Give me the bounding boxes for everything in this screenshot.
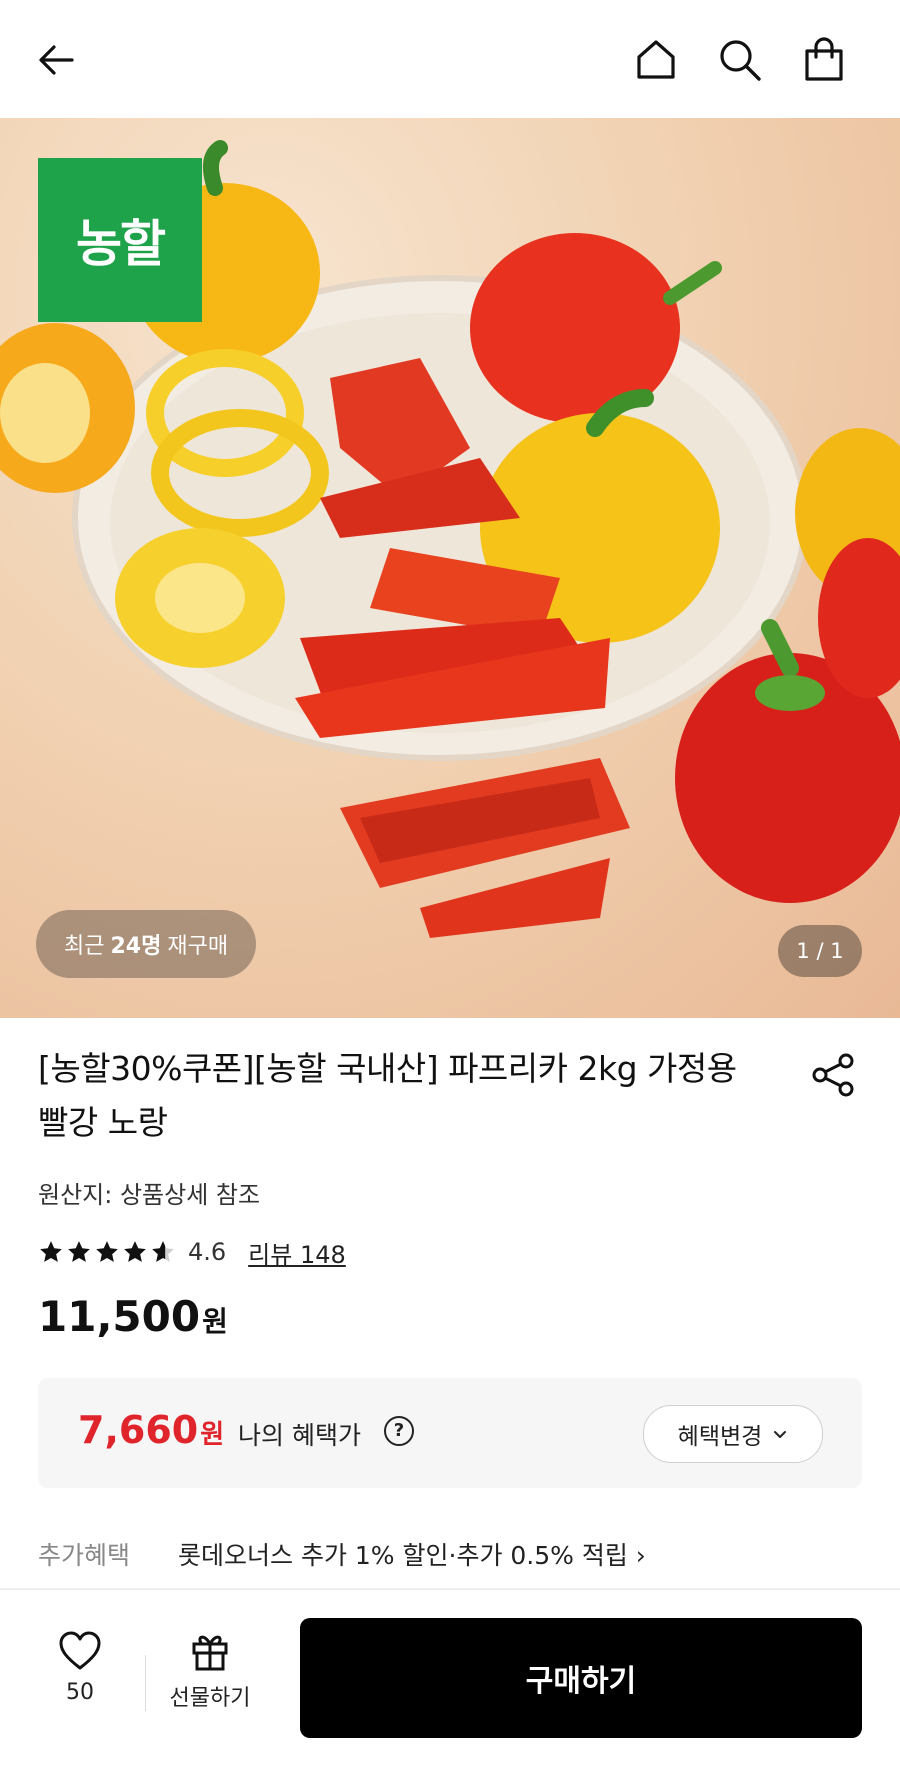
price-unit: 원 [202,1305,228,1338]
like-button[interactable]: 50 [40,1630,120,1705]
rating-row: 4.6 리뷰 148 [38,1232,346,1272]
chevron-down-icon [774,1431,787,1438]
heart-icon [59,1631,101,1670]
extra-benefit-label: 추가혜택 [38,1541,131,1570]
price: 11,500 원 [38,1292,228,1341]
benefit-change-button[interactable]: 혜택변경 [643,1405,823,1463]
shopping-bag-icon[interactable] [798,34,850,86]
gift-icon [192,1635,228,1671]
bottom-separator [145,1655,146,1711]
repurchase-count: 24명 [110,934,162,959]
buy-button[interactable]: 구매하기 [300,1618,862,1738]
gift-label: 선물하기 [169,1686,251,1711]
brand-badge: 농할 [38,158,202,322]
review-link[interactable]: 리뷰 148 [248,1235,346,1270]
benefit-price-box: 7,660 원 나의 혜택가 ? 혜택변경 [38,1378,862,1488]
benefit-price: 7,660 원 [78,1408,224,1452]
benefit-label: 나의 혜택가 [238,1421,361,1450]
star-icon [96,1241,118,1262]
gift-button[interactable]: 선물하기 [160,1630,260,1712]
star-half-icon [152,1241,174,1262]
repurchase-prefix: 최근 [64,934,105,959]
product-title: [농할30%쿠폰][농할 국내산] 파프리카 2kg 가정용 빨강 노랑 [38,1049,737,1142]
top-bar [0,0,900,118]
benefit-change-label: 혜택변경 [677,1424,763,1450]
extra-benefit-text: 롯데오너스 추가 1% 할인·추가 0.5% 적립 › [178,1541,646,1570]
rating-score: 4.6 [188,1238,227,1266]
benefit-price-unit: 원 [200,1420,225,1450]
star-icon [68,1241,90,1262]
star-icon [124,1241,146,1262]
extra-benefit-row[interactable]: 추가혜택 롯데오너스 추가 1% 할인·추가 0.5% 적립 › [38,1536,646,1572]
image-pager: 1 / 1 [778,925,862,977]
star-icon [40,1241,62,1262]
repurchase-suffix: 재구매 [167,934,229,959]
search-icon[interactable] [714,34,766,86]
benefit-price-value: 7,660 [78,1408,199,1452]
share-icon[interactable] [808,1050,858,1100]
origin-text: 원산지: 상품상세 참조 [38,1181,261,1209]
repurchase-badge: 최근 24명 재구매 [36,910,257,978]
question-icon[interactable]: ? [384,1416,414,1446]
rating-stars [38,1239,176,1265]
like-count: 50 [66,1680,94,1705]
home-icon[interactable] [630,34,682,86]
price-value: 11,500 [38,1292,201,1341]
arrow-left-icon[interactable] [30,34,82,86]
